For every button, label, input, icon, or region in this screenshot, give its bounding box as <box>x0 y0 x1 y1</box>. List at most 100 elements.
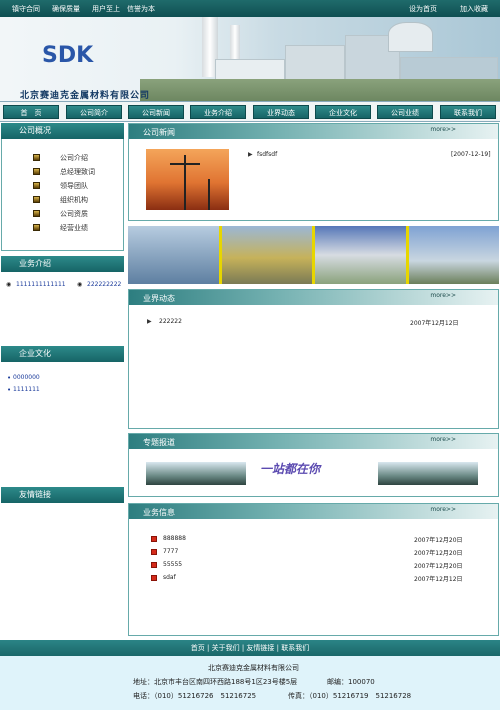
dot-icon: • <box>7 386 12 394</box>
red-bullet-icon <box>151 575 157 581</box>
business-info-date: 2007年12月12日 <box>414 576 463 583</box>
bullet-icon <box>33 210 40 217</box>
photo-factory <box>221 226 315 284</box>
special-more-link[interactable]: more>> <box>430 436 456 443</box>
special-image-left[interactable] <box>146 462 246 485</box>
special-logo-text: 一站都在你 <box>260 462 321 476</box>
business-link[interactable]: 222222222 <box>87 281 121 288</box>
business-info-more-link[interactable]: more>> <box>430 506 456 513</box>
ground-illustration <box>140 79 500 101</box>
arrow-icon: ▶ <box>147 318 152 325</box>
news-date: [2007-12-19] <box>451 151 491 158</box>
news-item[interactable]: fsdfsdf <box>257 151 277 158</box>
industry-header: 业界动态 more>> <box>129 290 498 305</box>
footer-address: 地址：北京市丰台区南四环西路188号1区23号楼5层 <box>133 678 298 686</box>
overview-link[interactable]: 公司资质 <box>60 209 88 219</box>
culture-panel: • 0000000 • 1111111 <box>1 362 124 480</box>
industry-panel: 业界动态 more>> ▶ 222222 2007年12月12日 <box>128 289 499 429</box>
news-more-link[interactable]: more>> <box>430 126 456 133</box>
red-bullet-icon <box>151 549 157 555</box>
footer-postcode: 邮编：100070 <box>327 678 375 686</box>
bullet-icon <box>33 224 40 231</box>
business-link[interactable]: 1111111111111 <box>16 281 66 288</box>
business-info-title: 业务信息 <box>143 508 175 517</box>
bullet-icon <box>33 168 40 175</box>
news-image[interactable] <box>146 149 229 210</box>
slogan-3: 用户至上 <box>92 5 120 13</box>
industry-more-link[interactable]: more>> <box>430 292 456 299</box>
culture-link[interactable]: 1111111 <box>13 386 40 393</box>
arrow-icon: ◉ <box>77 281 83 288</box>
business-info-date: 2007年12月20日 <box>414 550 463 557</box>
business-info-item[interactable]: 7777 <box>163 548 178 555</box>
business-info-item[interactable]: 888888 <box>163 535 186 542</box>
bullet-icon <box>33 196 40 203</box>
special-title: 专题报道 <box>143 438 175 447</box>
main-nav: 首 页 公司简介 公司新闻 业务介绍 业界动态 企业文化 公司业绩 联系我们 <box>0 101 500 122</box>
special-image-right[interactable] <box>378 462 478 485</box>
slogan-1: 镇守合同 <box>12 5 40 13</box>
footer: 北京赛迪克金属材料有限公司 地址：北京市丰台区南四环西路188号1区23号楼5层… <box>0 656 500 710</box>
set-home-link[interactable]: 设为首页 <box>409 4 437 14</box>
overview-panel: 公司介绍 总经理致词 领导团队 组织机构 公司资质 经营业绩 <box>1 139 124 251</box>
business-heading: 业务介绍 <box>1 256 124 272</box>
arrow-icon: ▶ <box>248 151 253 158</box>
svg-text:SDK: SDK <box>42 43 94 65</box>
news-title: 公司新闻 <box>143 128 175 137</box>
bullet-icon <box>33 154 40 161</box>
special-header: 专题报道 more>> <box>129 434 498 449</box>
photo-strip <box>128 226 499 284</box>
business-info-item[interactable]: 55555 <box>163 561 182 568</box>
business-info-item[interactable]: sdaf <box>163 574 176 581</box>
sdk-logo-icon: SDK <box>42 43 94 65</box>
culture-heading: 企业文化 <box>1 346 124 362</box>
footer-nav[interactable]: 首页 | 关于我们 | 友情链接 | 联系我们 <box>0 640 500 656</box>
red-bullet-icon <box>151 562 157 568</box>
special-panel: 专题报道 more>> 一站都在你 <box>128 433 499 497</box>
industry-item[interactable]: 222222 <box>159 318 182 325</box>
business-info-date: 2007年12月20日 <box>414 563 463 570</box>
culture-link[interactable]: 0000000 <box>13 374 40 381</box>
nav-about[interactable]: 公司简介 <box>66 105 122 119</box>
footer-phone: 电话：（010）51216726 51216725 <box>133 692 257 700</box>
overview-link[interactable]: 公司介绍 <box>60 153 88 163</box>
cooling-tower-illustration <box>388 22 433 52</box>
nav-industry[interactable]: 业界动态 <box>253 105 309 119</box>
business-panel: ◉ 1111111111111 ◉ 222222222 <box>1 272 124 342</box>
footer-fax: 传真：（010）51216719 51216728 <box>288 692 412 700</box>
nav-culture[interactable]: 企业文化 <box>315 105 371 119</box>
overview-link[interactable]: 组织机构 <box>60 195 88 205</box>
business-info-panel: 业务信息 more>> 888888 2007年12月20日 7777 2007… <box>128 503 499 636</box>
slogan-4: 信誉为本 <box>127 5 155 13</box>
photo-building <box>315 226 409 284</box>
dot-icon: • <box>7 374 12 382</box>
overview-link[interactable]: 总经理致词 <box>60 167 95 177</box>
business-info-date: 2007年12月20日 <box>414 537 463 544</box>
industry-date: 2007年12月12日 <box>410 320 459 327</box>
slogan-2: 确保质量 <box>52 5 80 13</box>
photo-substation <box>128 226 222 284</box>
red-bullet-icon <box>151 536 157 542</box>
photo-plant <box>408 226 499 284</box>
overview-heading: 公司概况 <box>1 123 124 139</box>
header-banner: SDK 北京赛迪克金属材料有限公司 <box>0 17 500 101</box>
news-header: 公司新闻 more>> <box>129 124 498 139</box>
nav-business[interactable]: 业务介绍 <box>190 105 246 119</box>
arrow-icon: ◉ <box>6 281 12 288</box>
footer-company: 北京赛迪克金属材料有限公司 <box>208 664 299 672</box>
overview-link[interactable]: 领导团队 <box>60 181 88 191</box>
overview-link[interactable]: 经营业绩 <box>60 223 88 233</box>
nav-achievements[interactable]: 公司业绩 <box>377 105 433 119</box>
links-heading: 友情链接 <box>1 487 124 503</box>
add-favorite-link[interactable]: 加入收藏 <box>460 4 488 14</box>
company-name: 北京赛迪克金属材料有限公司 <box>20 91 151 101</box>
links-panel <box>1 503 124 633</box>
nav-contact[interactable]: 联系我们 <box>440 105 496 119</box>
business-info-header: 业务信息 more>> <box>129 504 498 519</box>
nav-home[interactable]: 首 页 <box>3 105 59 119</box>
bullet-icon <box>33 182 40 189</box>
top-bar: 镇守合同 确保质量 用户至上 信誉为本 设为首页 加入收藏 <box>0 0 500 17</box>
nav-news[interactable]: 公司新闻 <box>128 105 184 119</box>
industry-title: 业界动态 <box>143 294 175 303</box>
news-panel: 公司新闻 more>> ▶ fsdfsdf [2007-12-19] <box>128 123 499 221</box>
